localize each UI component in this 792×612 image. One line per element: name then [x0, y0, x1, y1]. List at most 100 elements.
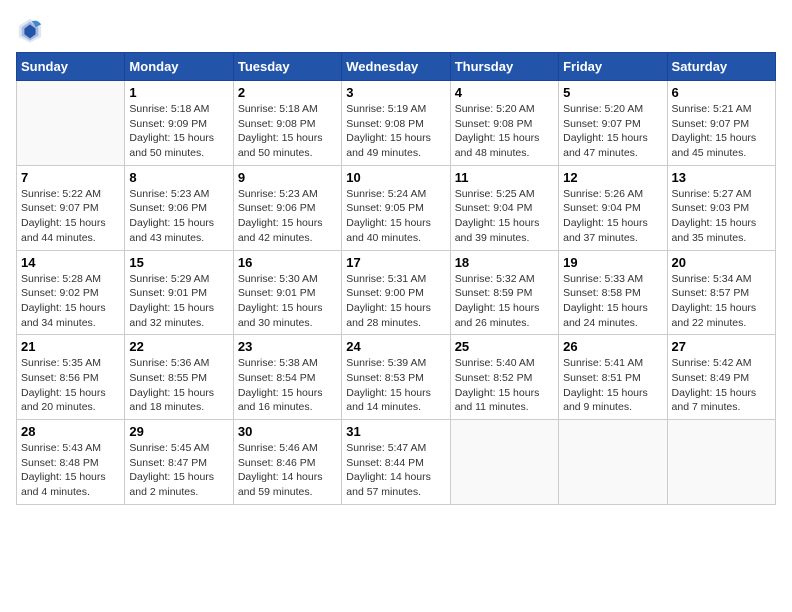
day-info: Sunrise: 5:25 AM Sunset: 9:04 PM Dayligh… [455, 187, 554, 246]
day-info: Sunrise: 5:23 AM Sunset: 9:06 PM Dayligh… [129, 187, 228, 246]
calendar-cell: 10Sunrise: 5:24 AM Sunset: 9:05 PM Dayli… [342, 165, 450, 250]
header [16, 16, 776, 44]
calendar-cell: 22 Sunrise: 5:36 AM Sunset: 8:55 PM Dayli… [125, 335, 233, 420]
day-number: 5 [563, 85, 662, 100]
day-info: Sunrise: 5:19 AM Sunset: 9:08 PM Dayligh… [346, 102, 445, 161]
day-info: Sunrise: 5:42 AM Sunset: 8:49 PM Dayligh… [672, 356, 771, 415]
day-info: Sunrise: 5:40 AM Sunset: 8:52 PM Dayligh… [455, 356, 554, 415]
day-info: Sunrise: 5:20 AM Sunset: 9:08 PM Dayligh… [455, 102, 554, 161]
day-number: 2 [238, 85, 337, 100]
day-info: Sunrise: 5:45 AM Sunset: 8:47 PM Dayligh… [129, 441, 228, 500]
calendar-cell [450, 420, 558, 505]
calendar-cell: 15 Sunrise: 5:29 AM Sunset: 9:01 PM Dayli… [125, 250, 233, 335]
calendar-cell: 29Sunrise: 5:45 AM Sunset: 8:47 PM Dayli… [125, 420, 233, 505]
day-info: Sunrise: 5:26 AM Sunset: 9:04 PM Dayligh… [563, 187, 662, 246]
calendar-cell: 5 Sunrise: 5:20 AM Sunset: 9:07 PM Daylig… [559, 81, 667, 166]
calendar-cell: 25 Sunrise: 5:40 AM Sunset: 8:52 PM Dayli… [450, 335, 558, 420]
day-info: Sunrise: 5:46 AM Sunset: 8:46 PM Dayligh… [238, 441, 337, 500]
day-number: 25 [455, 339, 554, 354]
day-info: Sunrise: 5:35 AM Sunset: 8:56 PM Dayligh… [21, 356, 120, 415]
day-info: Sunrise: 5:29 AM Sunset: 9:01 PM Dayligh… [129, 272, 228, 331]
day-info: Sunrise: 5:18 AM Sunset: 9:08 PM Dayligh… [238, 102, 337, 161]
day-info: Sunrise: 5:41 AM Sunset: 8:51 PM Dayligh… [563, 356, 662, 415]
day-number: 1 [129, 85, 228, 100]
day-number: 28 [21, 424, 120, 439]
day-info: Sunrise: 5:47 AM Sunset: 8:44 PM Dayligh… [346, 441, 445, 500]
day-number: 15 [129, 255, 228, 270]
day-info: Sunrise: 5:43 AM Sunset: 8:48 PM Dayligh… [21, 441, 120, 500]
day-number: 19 [563, 255, 662, 270]
calendar-cell: 26 Sunrise: 5:41 AM Sunset: 8:51 PM Dayli… [559, 335, 667, 420]
day-number: 21 [21, 339, 120, 354]
calendar-cell: 30 Sunrise: 5:46 AM Sunset: 8:46 PM Dayli… [233, 420, 341, 505]
calendar-cell: 16 Sunrise: 5:30 AM Sunset: 9:01 PM Dayli… [233, 250, 341, 335]
calendar-cell: 2 Sunrise: 5:18 AM Sunset: 9:08 PM Daylig… [233, 81, 341, 166]
calendar-header-monday: Monday [125, 53, 233, 81]
day-number: 16 [238, 255, 337, 270]
day-info: Sunrise: 5:36 AM Sunset: 8:55 PM Dayligh… [129, 356, 228, 415]
calendar-body: 1Sunrise: 5:18 AM Sunset: 9:09 PM Daylig… [17, 81, 776, 505]
day-info: Sunrise: 5:33 AM Sunset: 8:58 PM Dayligh… [563, 272, 662, 331]
day-number: 9 [238, 170, 337, 185]
day-number: 12 [563, 170, 662, 185]
day-info: Sunrise: 5:30 AM Sunset: 9:01 PM Dayligh… [238, 272, 337, 331]
day-number: 14 [21, 255, 120, 270]
day-info: Sunrise: 5:28 AM Sunset: 9:02 PM Dayligh… [21, 272, 120, 331]
calendar-cell: 11Sunrise: 5:25 AM Sunset: 9:04 PM Dayli… [450, 165, 558, 250]
day-info: Sunrise: 5:32 AM Sunset: 8:59 PM Dayligh… [455, 272, 554, 331]
day-info: Sunrise: 5:21 AM Sunset: 9:07 PM Dayligh… [672, 102, 771, 161]
day-number: 4 [455, 85, 554, 100]
calendar-header-wednesday: Wednesday [342, 53, 450, 81]
day-info: Sunrise: 5:38 AM Sunset: 8:54 PM Dayligh… [238, 356, 337, 415]
calendar-cell: 17Sunrise: 5:31 AM Sunset: 9:00 PM Dayli… [342, 250, 450, 335]
calendar-header-saturday: Saturday [667, 53, 775, 81]
calendar-cell: 31Sunrise: 5:47 AM Sunset: 8:44 PM Dayli… [342, 420, 450, 505]
calendar-cell: 28 Sunrise: 5:43 AM Sunset: 8:48 PM Dayli… [17, 420, 125, 505]
day-info: Sunrise: 5:24 AM Sunset: 9:05 PM Dayligh… [346, 187, 445, 246]
calendar-header-friday: Friday [559, 53, 667, 81]
calendar-header-tuesday: Tuesday [233, 53, 341, 81]
calendar-table: SundayMondayTuesdayWednesdayThursdayFrid… [16, 52, 776, 505]
day-info: Sunrise: 5:39 AM Sunset: 8:53 PM Dayligh… [346, 356, 445, 415]
day-info: Sunrise: 5:20 AM Sunset: 9:07 PM Dayligh… [563, 102, 662, 161]
day-number: 8 [129, 170, 228, 185]
logo [16, 16, 48, 44]
calendar-cell: 24 Sunrise: 5:39 AM Sunset: 8:53 PM Dayli… [342, 335, 450, 420]
calendar-cell: 13Sunrise: 5:27 AM Sunset: 9:03 PM Dayli… [667, 165, 775, 250]
day-number: 24 [346, 339, 445, 354]
day-info: Sunrise: 5:31 AM Sunset: 9:00 PM Dayligh… [346, 272, 445, 331]
calendar-cell: 3 Sunrise: 5:19 AM Sunset: 9:08 PM Daylig… [342, 81, 450, 166]
calendar-cell: 1Sunrise: 5:18 AM Sunset: 9:09 PM Daylig… [125, 81, 233, 166]
day-number: 6 [672, 85, 771, 100]
calendar-week-row: 1Sunrise: 5:18 AM Sunset: 9:09 PM Daylig… [17, 81, 776, 166]
calendar-cell: 23 Sunrise: 5:38 AM Sunset: 8:54 PM Dayli… [233, 335, 341, 420]
calendar-week-row: 7 Sunrise: 5:22 AM Sunset: 9:07 PM Daylig… [17, 165, 776, 250]
calendar-header-row: SundayMondayTuesdayWednesdayThursdayFrid… [17, 53, 776, 81]
day-number: 26 [563, 339, 662, 354]
calendar-cell: 7 Sunrise: 5:22 AM Sunset: 9:07 PM Daylig… [17, 165, 125, 250]
calendar-cell: 6 Sunrise: 5:21 AM Sunset: 9:07 PM Daylig… [667, 81, 775, 166]
calendar-cell [17, 81, 125, 166]
day-number: 30 [238, 424, 337, 439]
day-number: 3 [346, 85, 445, 100]
day-info: Sunrise: 5:22 AM Sunset: 9:07 PM Dayligh… [21, 187, 120, 246]
calendar-cell: 18 Sunrise: 5:32 AM Sunset: 8:59 PM Dayli… [450, 250, 558, 335]
calendar-cell: 9Sunrise: 5:23 AM Sunset: 9:06 PM Daylig… [233, 165, 341, 250]
calendar-cell: 14 Sunrise: 5:28 AM Sunset: 9:02 PM Dayli… [17, 250, 125, 335]
day-number: 7 [21, 170, 120, 185]
calendar-cell: 12 Sunrise: 5:26 AM Sunset: 9:04 PM Dayli… [559, 165, 667, 250]
calendar-cell: 20Sunrise: 5:34 AM Sunset: 8:57 PM Dayli… [667, 250, 775, 335]
day-number: 22 [129, 339, 228, 354]
calendar-week-row: 14 Sunrise: 5:28 AM Sunset: 9:02 PM Dayli… [17, 250, 776, 335]
calendar-header-sunday: Sunday [17, 53, 125, 81]
calendar-cell: 8 Sunrise: 5:23 AM Sunset: 9:06 PM Daylig… [125, 165, 233, 250]
day-number: 18 [455, 255, 554, 270]
calendar-cell: 4 Sunrise: 5:20 AM Sunset: 9:08 PM Daylig… [450, 81, 558, 166]
day-info: Sunrise: 5:34 AM Sunset: 8:57 PM Dayligh… [672, 272, 771, 331]
logo-icon [16, 16, 44, 44]
calendar-cell [667, 420, 775, 505]
day-number: 13 [672, 170, 771, 185]
calendar-cell: 21 Sunrise: 5:35 AM Sunset: 8:56 PM Dayli… [17, 335, 125, 420]
day-number: 23 [238, 339, 337, 354]
calendar-header-thursday: Thursday [450, 53, 558, 81]
